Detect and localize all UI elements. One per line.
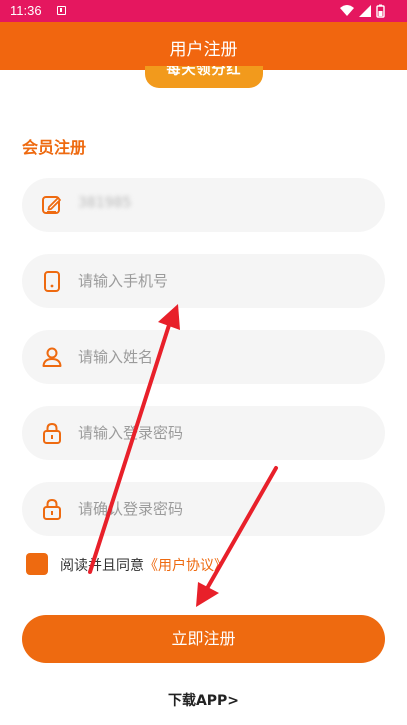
section-title: 会员注册: [22, 138, 87, 157]
signal-icon: [359, 5, 371, 17]
agreement-checkbox[interactable]: [26, 553, 48, 575]
agreement-text: 阅读并且同意: [60, 558, 144, 574]
user-agreement-link[interactable]: 《用户协议》: [144, 558, 228, 574]
status-icons: [340, 4, 385, 18]
wifi-icon: [340, 5, 354, 16]
status-time: 11:36: [10, 3, 42, 18]
phone-input[interactable]: [78, 254, 368, 308]
password-field[interactable]: [22, 406, 385, 460]
lock-icon: [43, 422, 61, 444]
confirm-password-field[interactable]: [22, 482, 385, 536]
agreement-text-wrap: 阅读并且同意《用户协议》: [60, 555, 228, 575]
phone-icon: [44, 271, 60, 292]
user-icon: [42, 347, 62, 367]
invite-code-field[interactable]: 381985: [22, 178, 385, 232]
lock-icon: [43, 498, 61, 520]
promo-banner: 每天领分红: [145, 66, 263, 88]
invite-code-value: 381985: [78, 195, 132, 211]
phone-field[interactable]: [22, 254, 385, 308]
name-input[interactable]: [78, 330, 368, 384]
download-app-link[interactable]: 下载APP>: [0, 690, 407, 710]
title-bar: 用户注册: [0, 22, 407, 70]
page-title: 用户注册: [169, 40, 238, 60]
password-input[interactable]: [78, 406, 368, 460]
promo-banner-text: 每天领分红: [166, 66, 242, 78]
notification-icon: [57, 6, 66, 15]
register-button[interactable]: 立即注册: [22, 615, 385, 663]
confirm-password-input[interactable]: [78, 482, 368, 536]
edit-note-icon: [42, 196, 61, 214]
battery-icon: [376, 4, 385, 18]
status-bar: 11:36: [0, 0, 407, 22]
name-field[interactable]: [22, 330, 385, 384]
